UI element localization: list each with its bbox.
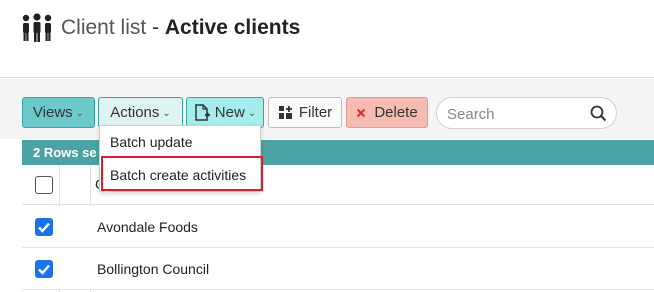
filter-icon [278,106,292,119]
page-title: Client list - Active clients [61,16,300,40]
page-title-main: Client list [61,16,147,39]
people-group-icon [22,13,52,42]
new-document-icon [195,103,210,121]
checkmark-icon [38,264,50,275]
views-button[interactable]: Views ⌄ [22,97,95,128]
chevron-down-icon: ⌄ [162,108,171,119]
filter-button[interactable]: Filter [268,97,342,128]
views-button-label: Views [32,104,73,121]
page-title-separator: - [146,16,165,39]
actions-button-label: Actions [110,104,160,121]
row-checkbox[interactable] [35,218,53,236]
delete-button-label: Delete [374,104,418,121]
chevron-down-icon: ⌄ [247,108,257,119]
menu-item-batch-update[interactable]: Batch update [110,134,193,150]
search-icon[interactable] [590,105,607,122]
client-name-cell[interactable]: Bollington Council [97,261,209,277]
page-title-subtitle: Active clients [164,16,301,39]
chevron-down-icon: ⌄ [75,108,85,119]
row-checkbox[interactable] [35,260,53,278]
select-all-checkbox[interactable] [35,176,53,194]
page: Client list - Active clients Views ⌄ Act… [0,0,654,292]
new-button[interactable]: New ⌄ [186,97,264,128]
page-header: Client list - Active clients [0,0,654,78]
selection-count-text: 2 Rows se [33,145,97,160]
actions-button[interactable]: Actions ⌄ [98,97,183,128]
new-button-label: New [214,104,245,121]
client-name-cell[interactable]: Avondale Foods [97,219,198,235]
close-icon [357,108,366,117]
checkmark-icon [38,222,50,233]
filter-button-label: Filter [298,104,333,121]
delete-button[interactable]: Delete [346,97,428,128]
highlight-box [101,156,263,191]
search-input[interactable] [447,104,587,124]
search-box [436,97,617,129]
